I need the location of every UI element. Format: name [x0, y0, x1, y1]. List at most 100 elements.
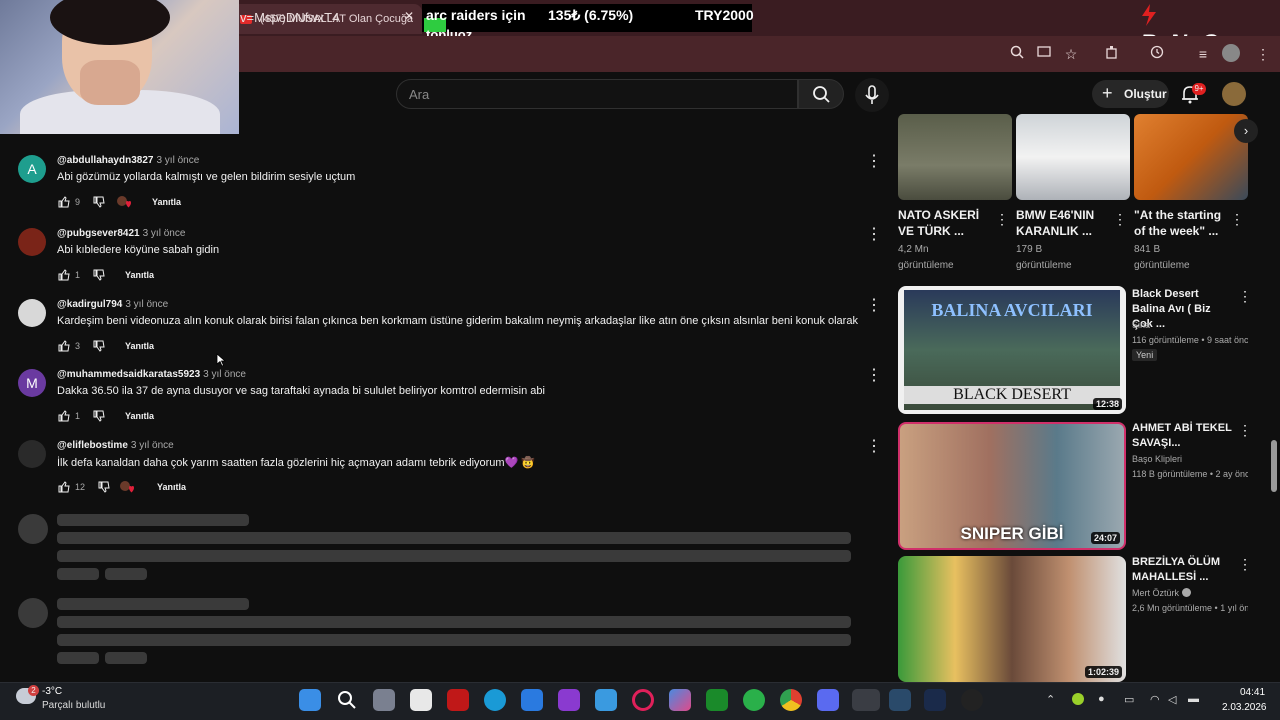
history-icon[interactable]: [1146, 43, 1168, 65]
more-options-icon[interactable]: ⋮: [1238, 422, 1252, 439]
menu-kebab-icon[interactable]: ⋮: [1252, 43, 1274, 65]
more-options-icon[interactable]: ⋮: [995, 211, 1009, 228]
dislike-icon[interactable]: [97, 480, 111, 496]
tray-app-icon[interactable]: [1072, 693, 1084, 705]
bookmark-star-icon[interactable]: ☆: [1060, 43, 1082, 65]
comment-time[interactable]: 3 yıl önce: [156, 155, 199, 166]
comment-author[interactable]: @kadirgul794: [57, 299, 122, 310]
reply-button[interactable]: Yanıtla: [152, 197, 181, 207]
shelf-thumbnail[interactable]: [1016, 114, 1130, 200]
video-thumbnail[interactable]: BALINA AVCILARI BLACK DESERT 12:38: [898, 286, 1126, 414]
video-thumbnail[interactable]: 1:02:39: [898, 556, 1126, 682]
notepad-icon[interactable]: [410, 689, 432, 711]
video-channel[interactable]: Başo Klipleri: [1132, 454, 1182, 464]
video-channel[interactable]: Sina: [1132, 320, 1150, 330]
dislike-icon[interactable]: [92, 409, 106, 425]
zoom-icon[interactable]: [1006, 43, 1028, 65]
shelf-title[interactable]: NATO ASKERİ VE TÜRK ...: [898, 207, 994, 239]
user-avatar[interactable]: [1222, 82, 1246, 106]
battery-icon[interactable]: ▬: [1188, 693, 1199, 705]
comment-avatar[interactable]: A: [18, 155, 46, 183]
comment-time[interactable]: 3 yıl önce: [143, 228, 186, 239]
app-icon[interactable]: [961, 689, 983, 711]
like-icon[interactable]: [57, 195, 71, 211]
voice-search-button[interactable]: [855, 78, 889, 112]
more-options-icon[interactable]: ⋮: [1230, 211, 1244, 228]
tray-chevron-icon[interactable]: ⌃: [1046, 693, 1055, 706]
create-button[interactable]: + Oluştur: [1092, 80, 1169, 108]
like-icon[interactable]: [57, 409, 71, 425]
comment-more-icon[interactable]: ⋮: [866, 365, 882, 385]
video-title[interactable]: BREZİLYA ÖLÜM MAHALLESİ ...: [1132, 555, 1232, 585]
comment-more-icon[interactable]: ⋮: [866, 295, 882, 315]
task-view-icon[interactable]: [373, 689, 395, 711]
volume-icon[interactable]: ◁: [1168, 693, 1176, 706]
shelf-next-icon[interactable]: ›: [1234, 119, 1258, 143]
weather-description[interactable]: Parçalı bulutlu: [42, 700, 105, 711]
like-icon[interactable]: [57, 480, 71, 496]
xbox-icon[interactable]: [706, 689, 728, 711]
video-thumbnail[interactable]: SNIPER GİBİ 24:07: [898, 422, 1126, 550]
media-controls-icon[interactable]: ≡: [1192, 43, 1214, 65]
reply-button[interactable]: Yanıtla: [157, 482, 186, 492]
comment-author[interactable]: @pubgsever8421: [57, 228, 140, 239]
discord-icon[interactable]: [817, 689, 839, 711]
scrollbar-thumb[interactable]: [1271, 440, 1277, 492]
cast-icon[interactable]: [1033, 43, 1055, 65]
reply-button[interactable]: Yanıtla: [125, 270, 154, 280]
comment-time[interactable]: 3 yıl önce: [203, 369, 246, 380]
shelf-thumbnail[interactable]: [898, 114, 1012, 200]
reply-button[interactable]: Yanıtla: [125, 341, 154, 351]
microphone-icon[interactable]: ●: [1098, 693, 1105, 705]
reply-button[interactable]: Yanıtla: [125, 411, 154, 421]
comment-time[interactable]: 3 yıl önce: [131, 440, 174, 451]
app-icon[interactable]: [558, 689, 580, 711]
windows-start-icon[interactable]: [299, 689, 321, 711]
app-icon[interactable]: [521, 689, 543, 711]
chrome-icon[interactable]: [780, 689, 802, 711]
profile-avatar[interactable]: [1222, 44, 1240, 62]
app-icon[interactable]: [889, 689, 911, 711]
clock-date[interactable]: 2.03.2026: [1222, 702, 1267, 713]
whatsapp-icon[interactable]: [743, 689, 765, 711]
comment-more-icon[interactable]: ⋮: [866, 151, 882, 171]
more-options-icon[interactable]: ⋮: [1238, 288, 1252, 305]
url-field[interactable]: v=MspeDNfwxT4: [240, 10, 339, 25]
store-icon[interactable]: [595, 689, 617, 711]
like-icon[interactable]: [57, 339, 71, 355]
comment-avatar[interactable]: [18, 299, 46, 327]
video-channel[interactable]: Mert Öztürk: [1132, 588, 1191, 598]
comment-author[interactable]: @muhammedsaidkaratas5923: [57, 369, 200, 380]
copilot-icon[interactable]: [669, 689, 691, 711]
clock-time[interactable]: 04:41: [1240, 687, 1265, 698]
like-icon[interactable]: [57, 268, 71, 284]
more-options-icon[interactable]: ⋮: [1238, 556, 1252, 573]
video-title[interactable]: AHMET ABİ TEKEL SAVAŞI...: [1132, 421, 1232, 451]
extensions-icon[interactable]: [1101, 43, 1123, 65]
comment-author[interactable]: @eliflebostime: [57, 440, 128, 451]
shelf-title[interactable]: BMW E46'NIN KARANLIK ...: [1016, 207, 1112, 239]
comment-more-icon[interactable]: ⋮: [866, 436, 882, 456]
dislike-icon[interactable]: [92, 195, 106, 211]
edge-icon[interactable]: [484, 689, 506, 711]
wifi-icon[interactable]: ◠: [1150, 693, 1160, 706]
chrome-active-icon[interactable]: [852, 689, 880, 711]
search-icon[interactable]: [336, 689, 358, 711]
search-button[interactable]: [798, 79, 844, 109]
comment-time[interactable]: 3 yıl önce: [125, 299, 168, 310]
shelf-title[interactable]: "At the starting of the week" ...: [1134, 207, 1230, 239]
comment-author[interactable]: @abdullahaydn3827: [57, 155, 153, 166]
comment-avatar[interactable]: [18, 440, 46, 468]
dislike-icon[interactable]: [92, 339, 106, 355]
comment-avatar[interactable]: [18, 228, 46, 256]
dislike-icon[interactable]: [92, 268, 106, 284]
search-input[interactable]: Ara: [396, 79, 798, 109]
comment-avatar[interactable]: M: [18, 369, 46, 397]
close-tab-icon[interactable]: ✕: [404, 9, 414, 23]
shelf-thumbnail[interactable]: [1134, 114, 1248, 200]
netflix-icon[interactable]: [447, 689, 469, 711]
weather-temp[interactable]: -3°C: [42, 686, 62, 697]
opera-icon[interactable]: [632, 689, 654, 711]
more-options-icon[interactable]: ⋮: [1113, 211, 1127, 228]
scrollbar-track[interactable]: [1270, 72, 1280, 682]
